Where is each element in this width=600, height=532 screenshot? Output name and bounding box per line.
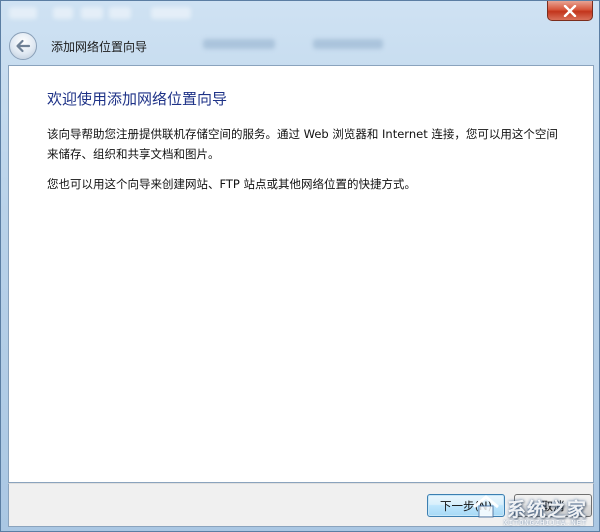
blurred-titlebar-item	[151, 7, 191, 19]
blurred-titlebar-item	[53, 7, 73, 19]
cancel-button[interactable]: 取消	[514, 494, 592, 517]
blurred-breadcrumb	[313, 39, 383, 49]
next-button[interactable]: 下一步(N)	[427, 494, 505, 517]
close-icon	[563, 4, 577, 17]
shortcut-paragraph: 您也可以用这个向导来创建网站、FTP 站点或其他网络位置的快捷方式。	[47, 177, 417, 191]
wizard-footer: 下一步(N) 取消	[8, 483, 594, 527]
back-arrow-icon	[16, 39, 31, 53]
blurred-titlebar-item	[109, 7, 131, 19]
title-bar[interactable]	[1, 1, 599, 27]
blurred-titlebar-item	[9, 7, 37, 19]
wizard-nav-bar: 添加网络位置向导	[7, 29, 595, 63]
page-heading: 欢迎使用添加网络位置向导	[47, 90, 228, 108]
wizard-title: 添加网络位置向导	[51, 39, 148, 54]
wizard-content: 欢迎使用添加网络位置向导 该向导帮助您注册提供联机存储空间的服务。通过 Web …	[8, 65, 594, 483]
window-frame: 添加网络位置向导 欢迎使用添加网络位置向导 该向导帮助您注册提供联机存储空间的服…	[0, 0, 600, 532]
back-button[interactable]	[9, 32, 37, 60]
close-button[interactable]	[547, 1, 593, 21]
blurred-breadcrumb	[203, 39, 275, 49]
blurred-titlebar-item	[81, 7, 103, 19]
description-paragraph: 该向导帮助您注册提供联机存储空间的服务。通过 Web 浏览器和 Internet…	[47, 127, 558, 161]
